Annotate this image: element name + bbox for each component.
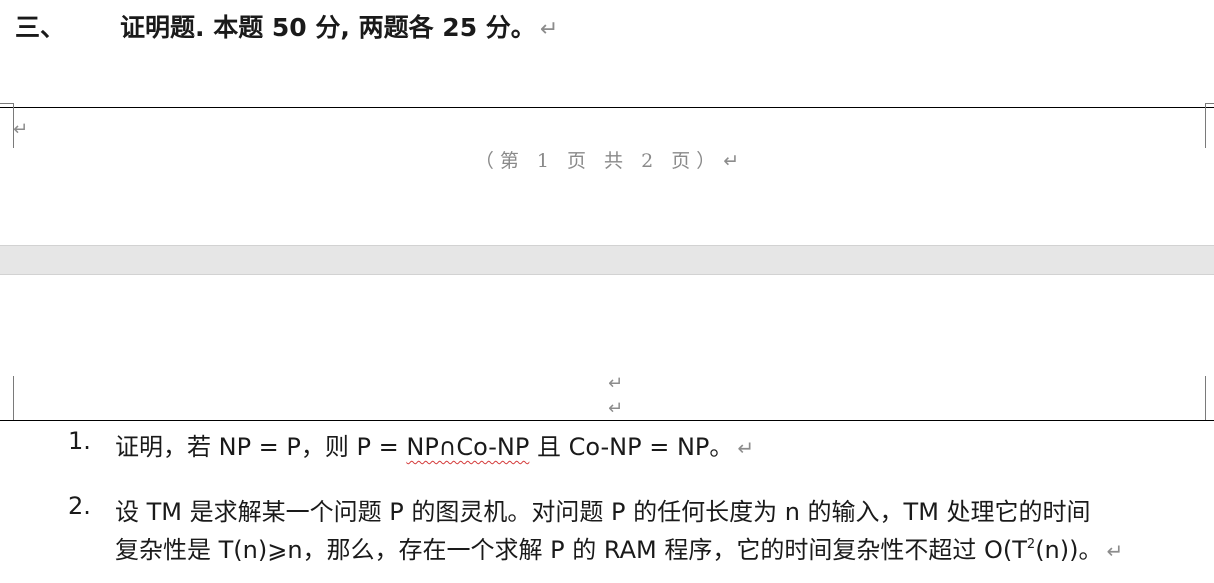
paragraph-mark-icon: ↵ <box>723 150 740 172</box>
question-2-text[interactable]: 设 TM 是求解某一个问题 P 的图灵机。对问题 P 的任何长度为 n 的输入，… <box>115 492 1091 527</box>
section-heading-text: 证明题. 本题 50 分, 两题各 25 分。 <box>120 13 536 42</box>
page-break-gap <box>0 245 1214 275</box>
page-number-text: （第 1 页 共 2 页） <box>474 150 722 172</box>
list-number: 1. <box>68 427 91 455</box>
superscript: 2 <box>1026 537 1036 552</box>
paragraph-mark-icon: ↵ <box>737 436 755 460</box>
question-text-line: 设 TM 是求解某一个问题 P 的图灵机。对问题 P 的任何长度为 n 的输入，… <box>115 498 1091 526</box>
paragraph-mark-icon: ↵ <box>608 373 624 394</box>
left-margin-guide <box>13 376 14 420</box>
right-margin-guide <box>1205 376 1206 420</box>
section-number: 三、 <box>15 13 66 42</box>
question-text: 证明，若 NP = P，则 P = <box>115 433 407 461</box>
paragraph-mark-icon: ↵ <box>1106 539 1124 563</box>
question-1-text[interactable]: 证明，若 NP = P，则 P = NP∩Co-NP 且 Co-NP = NP。… <box>115 427 754 462</box>
footer-divider <box>0 107 1214 108</box>
question-text: 且 Co-NP = NP。 <box>529 433 734 461</box>
margin-corner-left <box>0 103 13 104</box>
spellcheck-flagged-text[interactable]: NP∩Co-NP <box>406 433 529 461</box>
right-margin-guide <box>1205 103 1206 148</box>
header-divider <box>0 420 1214 421</box>
page-number-footer[interactable]: （第 1 页 共 2 页） ↵ <box>0 146 1214 173</box>
paragraph-mark-icon: ↵ <box>608 398 624 419</box>
section-heading[interactable]: 证明题. 本题 50 分, 两题各 25 分。 ↵ <box>120 8 558 44</box>
question-text-line: (n))。 <box>1035 536 1103 564</box>
paragraph-mark-icon: ↵ <box>539 17 559 42</box>
question-2-text-continued[interactable]: 复杂性是 T(n)⩾n，那么，存在一个求解 P 的 RAM 程序，它的时间复杂性… <box>115 530 1123 565</box>
margin-corner-right <box>1205 103 1214 104</box>
question-text-line: 复杂性是 T(n)⩾n，那么，存在一个求解 P 的 RAM 程序，它的时间复杂性… <box>115 536 1027 564</box>
list-number: 2. <box>68 492 91 520</box>
paragraph-mark-icon: ↵ <box>13 119 29 140</box>
